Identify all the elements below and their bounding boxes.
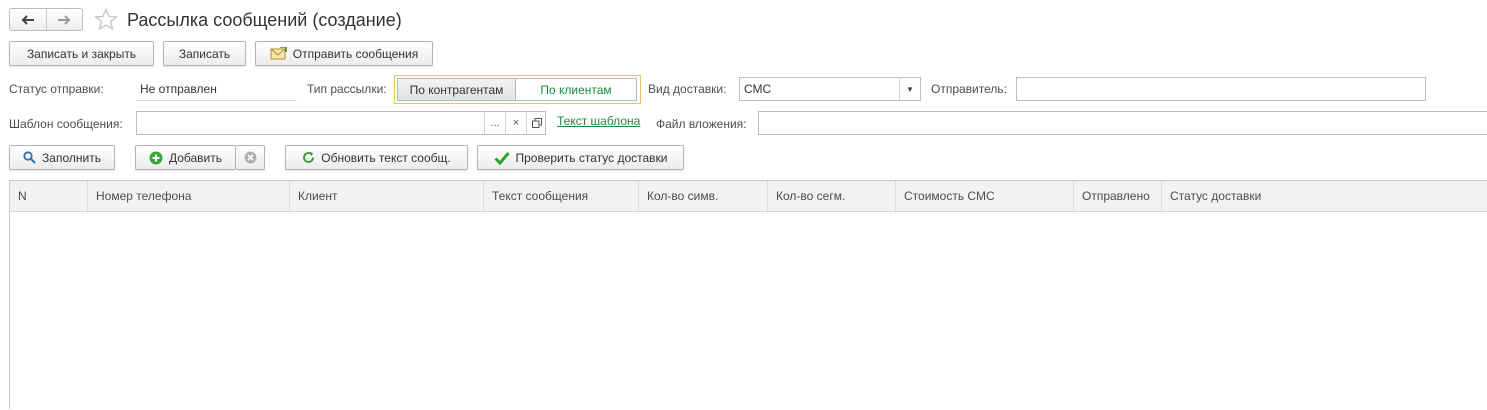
status-label: Статус отправки: xyxy=(9,82,104,96)
mailing-type-option-clients[interactable]: По клиентам xyxy=(516,78,637,101)
refresh-message-text-button[interactable]: Обновить текст сообщ. xyxy=(285,145,468,170)
check-delivery-status-label: Проверить статус доставки xyxy=(515,150,668,165)
mailing-type-label: Тип рассылки: xyxy=(307,82,387,96)
search-icon xyxy=(23,151,36,164)
send-messages-label: Отправить сообщения xyxy=(292,46,419,61)
attachment-input[interactable] xyxy=(758,111,1487,135)
column-header-segment-count[interactable]: Кол-во сегм. xyxy=(768,181,896,211)
forward-button[interactable] xyxy=(47,9,83,30)
refresh-icon xyxy=(303,151,315,163)
column-header-sent[interactable]: Отправлено xyxy=(1074,181,1162,211)
save-label: Записать xyxy=(178,46,231,61)
checkmark-icon xyxy=(493,151,510,165)
column-header-char-count[interactable]: Кол-во симв. xyxy=(639,181,768,211)
column-header-message-text[interactable]: Текст сообщения xyxy=(484,181,639,211)
template-clear-button[interactable]: × xyxy=(505,111,526,135)
delivery-type-label: Вид доставки: xyxy=(648,82,727,96)
chevron-down-icon: ▼ xyxy=(906,84,914,94)
column-header-delivery-status[interactable]: Статус доставки xyxy=(1162,181,1487,211)
status-value: Не отправлен xyxy=(136,77,297,101)
messages-table: N Номер телефона Клиент Текст сообщения … xyxy=(9,180,1487,410)
delete-x-icon xyxy=(244,151,256,164)
attachment-label: Файл вложения: xyxy=(656,117,747,131)
mailing-type-option-contractors[interactable]: По контрагентам xyxy=(397,78,516,101)
template-label: Шаблон сообщения: xyxy=(9,117,123,131)
mailing-type-radio: По контрагентам По клиентам xyxy=(394,75,641,104)
delete-row-button[interactable] xyxy=(236,145,265,170)
check-delivery-status-button[interactable]: Проверить статус доставки xyxy=(477,145,684,170)
add-plus-icon xyxy=(149,151,163,164)
table-header: N Номер телефона Клиент Текст сообщения … xyxy=(10,181,1487,212)
arrow-left-icon xyxy=(21,14,34,25)
template-select-button[interactable]: ... xyxy=(484,111,505,135)
column-header-n[interactable]: N xyxy=(10,181,88,211)
nav-buttons xyxy=(9,8,83,31)
mailing-type-option-contractors-label: По контрагентам xyxy=(409,82,504,97)
delivery-dropdown-button[interactable]: ▼ xyxy=(899,77,920,101)
save-and-close-button[interactable]: Записать и закрыть xyxy=(9,41,154,66)
send-messages-button[interactable]: Отправить сообщения xyxy=(255,41,433,66)
save-and-close-label: Записать и закрыть xyxy=(26,46,137,61)
send-envelope-icon xyxy=(270,47,287,60)
add-button[interactable]: Добавить xyxy=(135,145,236,170)
add-label: Добавить xyxy=(168,150,223,165)
delivery-type-value: СМС xyxy=(744,82,772,96)
favorite-star-icon[interactable] xyxy=(94,8,118,31)
refresh-message-text-label: Обновить текст сообщ. xyxy=(321,150,451,165)
add-button-group: Добавить xyxy=(135,145,265,170)
sender-input[interactable] xyxy=(1016,77,1426,101)
page-title: Рассылка сообщений (создание) xyxy=(127,10,402,30)
fill-label: Заполнить xyxy=(42,150,101,165)
delivery-type-select[interactable]: СМС ▼ xyxy=(739,77,921,101)
column-header-phone[interactable]: Номер телефона xyxy=(88,181,290,211)
fill-button[interactable]: Заполнить xyxy=(9,145,115,170)
table-body[interactable] xyxy=(10,212,1487,410)
column-header-client[interactable]: Клиент xyxy=(290,181,484,211)
clear-x-icon: × xyxy=(512,117,520,129)
ellipsis-icon: ... xyxy=(490,117,500,129)
back-button[interactable] xyxy=(10,9,47,30)
save-button[interactable]: Записать xyxy=(163,41,246,66)
mailing-type-option-clients-label: По клиентам xyxy=(540,82,612,97)
arrow-right-icon xyxy=(58,14,71,25)
template-text-link[interactable]: Текст шаблона xyxy=(557,114,640,128)
sender-label: Отправитель: xyxy=(931,82,1007,96)
template-open-button[interactable] xyxy=(526,111,546,135)
column-header-sms-cost[interactable]: Стоимость СМС xyxy=(896,181,1074,211)
template-input[interactable]: ... × xyxy=(136,111,546,135)
open-window-icon xyxy=(531,118,542,128)
